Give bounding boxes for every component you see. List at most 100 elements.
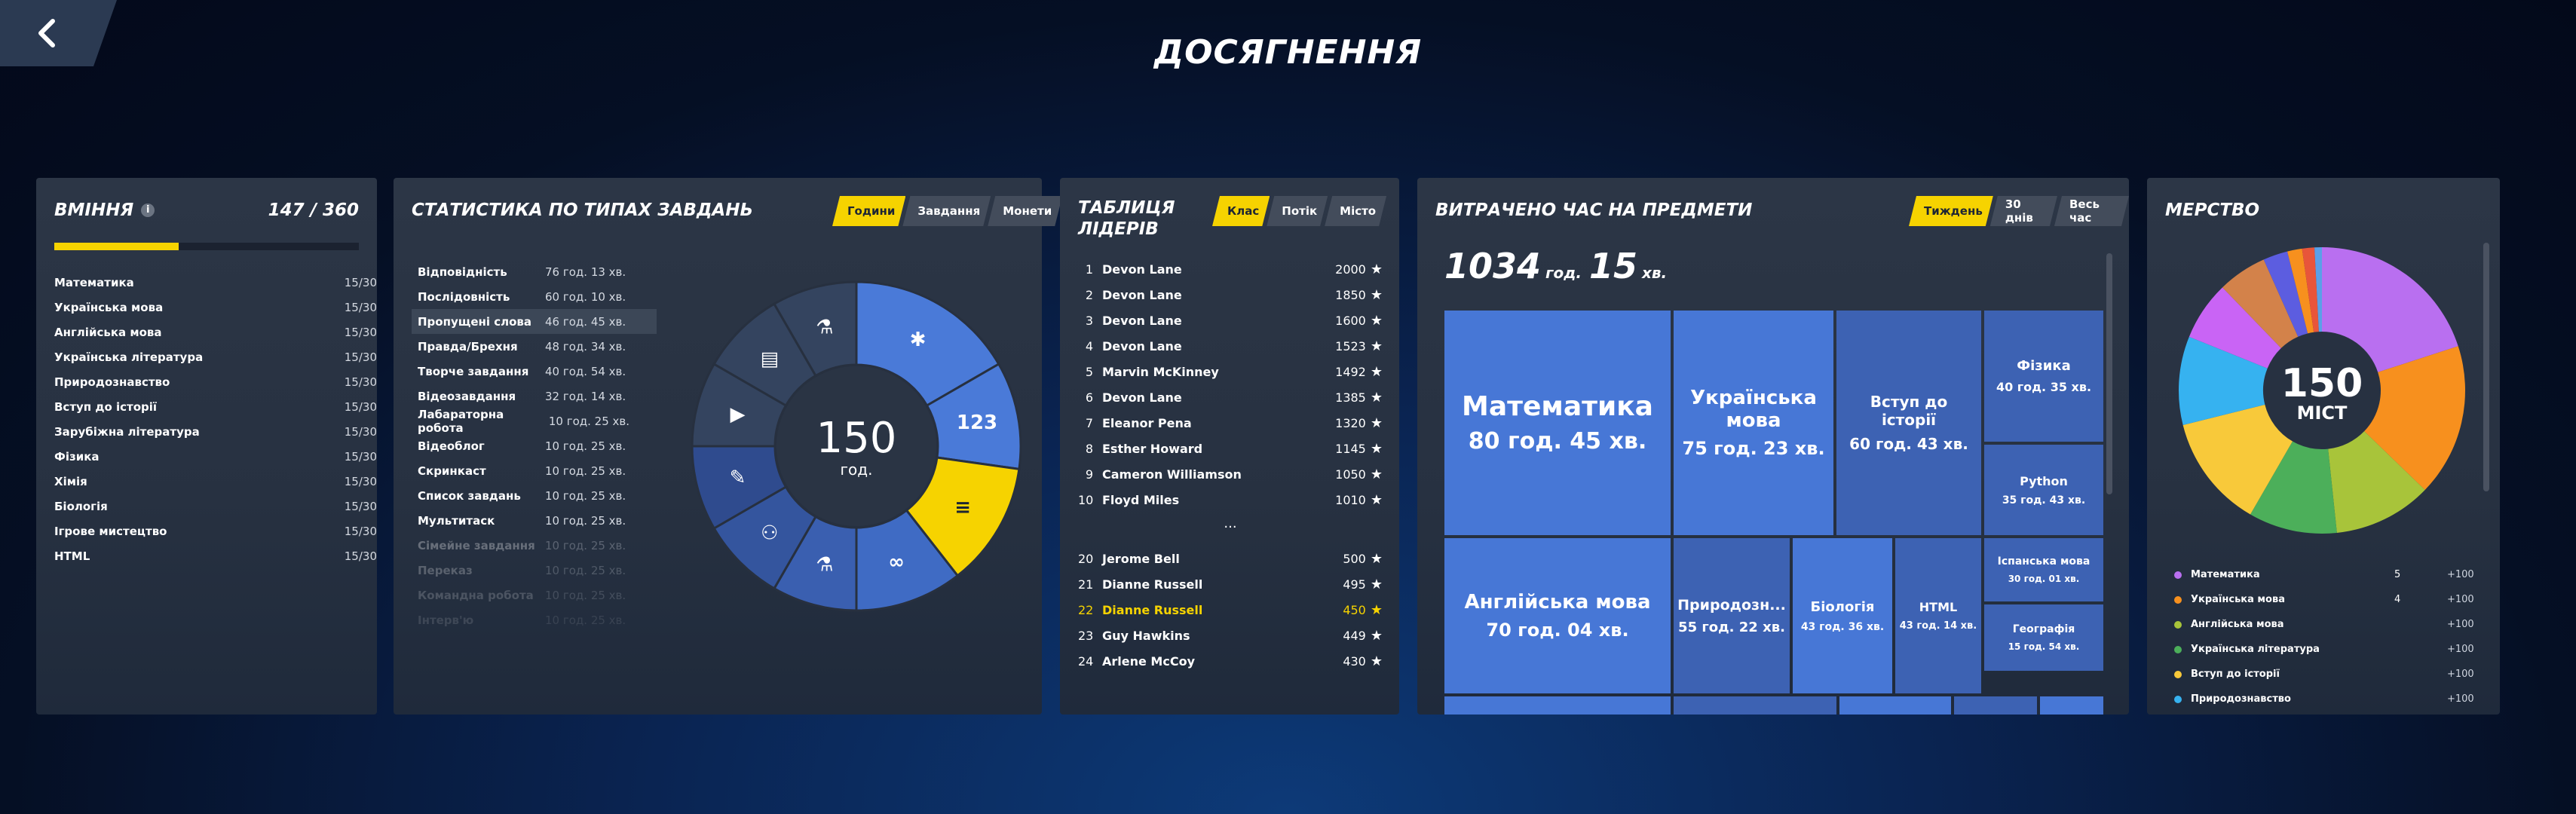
leaderboard-row[interactable]: 24 Arlene McCoy 430 ★ bbox=[1078, 648, 1383, 674]
rank-legend-row[interactable]: Вступ до історії +100 bbox=[2174, 662, 2476, 687]
skill-row[interactable]: Зарубіжна література 15/30 bbox=[54, 419, 377, 444]
task-type-label: Відеозавдання bbox=[418, 389, 516, 403]
leaderboard-row[interactable]: 8 Esther Howard 1145 ★ bbox=[1078, 436, 1383, 461]
time-tab[interactable]: Тиждень bbox=[1909, 196, 1993, 226]
link-icon: ∞ bbox=[888, 551, 905, 574]
rank-legend-row[interactable]: Англійська мова +100 bbox=[2174, 612, 2476, 637]
leaderboard-row[interactable]: 1 Devon Lane 2000 ★ bbox=[1078, 256, 1383, 282]
skill-row[interactable]: Фізика 15/30 bbox=[54, 444, 377, 469]
task-type-row[interactable]: Інтерв'ю 10 год. 25 хв. bbox=[412, 607, 657, 632]
skill-row[interactable]: Біологія 15/30 bbox=[54, 494, 377, 519]
skills-score: 147 / 360 bbox=[268, 200, 359, 220]
leaderboard-row[interactable]: 9 Cameron Williamson 1050 ★ bbox=[1078, 461, 1383, 487]
stats-tab[interactable]: Години bbox=[832, 196, 905, 226]
subject-tile[interactable] bbox=[1839, 696, 1951, 715]
leaderboard-row[interactable]: 7 Eleanor Pena 1320 ★ bbox=[1078, 410, 1383, 436]
time-total-minutes: 15 bbox=[1588, 246, 1637, 286]
task-type-row[interactable]: Правда/Брехня 48 год. 34 хв. bbox=[412, 334, 657, 359]
leaderboard-tabs: Клас Потік Місто bbox=[1215, 196, 1386, 226]
task-type-row[interactable]: Сімейне завдання 10 год. 25 хв. bbox=[412, 533, 657, 558]
time-scrollbar[interactable] bbox=[2106, 253, 2112, 494]
time-tab[interactable]: Весь час bbox=[2054, 196, 2129, 226]
time-tab[interactable]: 30 днів bbox=[1990, 196, 2057, 226]
subject-tile[interactable]: Біологія 43 год. 36 хв. bbox=[1793, 538, 1892, 693]
subject-tile[interactable]: Українська мова 75 год. 23 хв. bbox=[1674, 311, 1833, 535]
leader-rank: 1 bbox=[1085, 262, 1093, 277]
task-type-row[interactable]: Творче завдання 40 год. 54 хв. bbox=[412, 359, 657, 384]
skill-row[interactable]: Англійська мова 15/30 bbox=[54, 320, 377, 344]
leader-score: 495 bbox=[1343, 577, 1366, 592]
skill-row[interactable]: Природознавство 15/30 bbox=[54, 369, 377, 394]
task-type-row[interactable]: Лабараторна робота 10 год. 25 хв. bbox=[412, 408, 657, 435]
rank-legend-row[interactable]: Природознавство +100 bbox=[2174, 687, 2476, 711]
task-type-label: Правда/Брехня bbox=[418, 339, 518, 353]
leaderboard-row[interactable]: 2 Devon Lane 1850 ★ bbox=[1078, 282, 1383, 308]
skill-row[interactable]: Вступ до історії 15/30 bbox=[54, 394, 377, 419]
task-type-label: Мультитаск bbox=[418, 513, 495, 528]
task-donut-value: 150 bbox=[816, 414, 897, 463]
leaderboard-row[interactable]: 22 Dianne Russell 450 ★ bbox=[1078, 597, 1383, 623]
skill-value: 15/30 bbox=[344, 424, 377, 439]
skill-row[interactable]: Ігрове мистецтво 15/30 bbox=[54, 519, 377, 543]
subject-tile[interactable]: Фізика 40 год. 35 хв. bbox=[1984, 311, 2103, 442]
legend-name: Українська література bbox=[2191, 644, 2320, 655]
leader-score: 1600 bbox=[1335, 313, 1366, 328]
subject-tile[interactable]: HTML 43 год. 14 хв. bbox=[1895, 538, 1981, 693]
subject-tile-name: Іспанська мова bbox=[1997, 555, 2091, 568]
subject-tile[interactable]: Природозн... 55 год. 22 хв. bbox=[1674, 538, 1790, 693]
task-type-row[interactable]: Мультитаск 10 год. 25 хв. bbox=[412, 508, 657, 533]
star-icon: ★ bbox=[1370, 415, 1383, 431]
leaders-tab[interactable]: Потік bbox=[1267, 196, 1328, 226]
task-type-row[interactable]: Пропущені слова 46 год. 45 хв. bbox=[412, 309, 657, 334]
task-type-row[interactable]: Відповідність 76 год. 13 хв. bbox=[412, 259, 657, 284]
skill-row[interactable]: Хімія 15/30 bbox=[54, 469, 377, 494]
task-type-value: 10 год. 25 хв. bbox=[545, 563, 626, 577]
leaderboard-row[interactable]: 3 Devon Lane 1600 ★ bbox=[1078, 308, 1383, 333]
leaderboard-row[interactable]: 10 Floyd Miles 1010 ★ bbox=[1078, 487, 1383, 513]
task-type-value: 10 год. 25 хв. bbox=[545, 513, 626, 528]
skill-row[interactable]: Українська мова 15/30 bbox=[54, 295, 377, 320]
task-type-label: Пропущені слова bbox=[418, 314, 532, 329]
skill-row[interactable]: Українська література 15/30 bbox=[54, 344, 377, 369]
task-type-row[interactable]: Переказ 10 год. 25 хв. bbox=[412, 558, 657, 583]
leaderboard-row[interactable]: 4 Devon Lane 1523 ★ bbox=[1078, 333, 1383, 359]
subject-tile[interactable]: Англійська мова 70 год. 04 хв. bbox=[1444, 538, 1671, 693]
subject-tile[interactable] bbox=[1954, 696, 2037, 715]
leaders-tab[interactable]: Місто bbox=[1325, 196, 1386, 226]
task-type-row[interactable]: Командна робота 10 год. 25 хв. bbox=[412, 583, 657, 607]
leaders-tab[interactable]: Клас bbox=[1212, 196, 1270, 226]
star-icon: ★ bbox=[1370, 389, 1383, 405]
subject-tile[interactable]: Математика 80 год. 45 хв. bbox=[1444, 311, 1671, 535]
subject-tile-name: Фізика bbox=[2017, 358, 2071, 374]
info-icon[interactable]: i bbox=[141, 204, 155, 217]
rank-scrollbar[interactable] bbox=[2483, 243, 2489, 491]
leaderboard-row[interactable]: 5 Marvin McKinney 1492 ★ bbox=[1078, 359, 1383, 384]
rank-legend-row[interactable]: Українська мова 4 +100 bbox=[2174, 587, 2476, 612]
skill-row[interactable]: HTML 15/30 bbox=[54, 543, 377, 568]
legend-points: +100 bbox=[2447, 644, 2474, 655]
rank-legend-row[interactable]: Українська література +100 bbox=[2174, 637, 2476, 662]
stats-tab[interactable]: Завдання bbox=[902, 196, 991, 226]
leaderboard-row[interactable]: 21 Dianne Russell 495 ★ bbox=[1078, 571, 1383, 597]
leader-name: Floyd Miles bbox=[1102, 492, 1180, 507]
task-type-row[interactable]: Список завдань 10 год. 25 хв. bbox=[412, 483, 657, 508]
subject-tile[interactable] bbox=[2040, 696, 2103, 715]
task-type-row[interactable]: Відеоблог 10 год. 25 хв. bbox=[412, 433, 657, 458]
leaderboard-row[interactable]: 6 Devon Lane 1385 ★ bbox=[1078, 384, 1383, 410]
subject-tile[interactable] bbox=[1674, 696, 1836, 715]
subject-tile[interactable]: Вступ до історії 60 год. 43 хв. bbox=[1836, 311, 1981, 535]
stats-tab[interactable]: Монети bbox=[988, 196, 1062, 226]
subject-tile[interactable]: Python 35 год. 43 хв. bbox=[1984, 445, 2103, 535]
subject-tile[interactable] bbox=[1444, 696, 1671, 715]
leader-score: 500 bbox=[1343, 551, 1366, 566]
subject-tile[interactable]: Іспанська мова 30 год. 01 хв. bbox=[1984, 538, 2103, 601]
leaderboard-row[interactable]: 20 Jerome Bell 500 ★ bbox=[1078, 546, 1383, 571]
rank-legend-row[interactable]: Математика 5 +100 bbox=[2174, 562, 2476, 587]
subject-tile[interactable]: Географія 15 год. 54 хв. bbox=[1984, 604, 2103, 671]
task-type-row[interactable]: Відеозавдання 32 год. 14 хв. bbox=[412, 384, 657, 409]
task-type-row[interactable]: Скринкаст 10 год. 25 хв. bbox=[412, 458, 657, 483]
skill-label: Ігрове мистецтво bbox=[54, 524, 167, 538]
task-type-row[interactable]: Послідовність 60 год. 10 хв. bbox=[412, 284, 657, 309]
leaderboard-row[interactable]: 23 Guy Hawkins 449 ★ bbox=[1078, 623, 1383, 648]
skill-row[interactable]: Математика 15/30 bbox=[54, 270, 377, 295]
